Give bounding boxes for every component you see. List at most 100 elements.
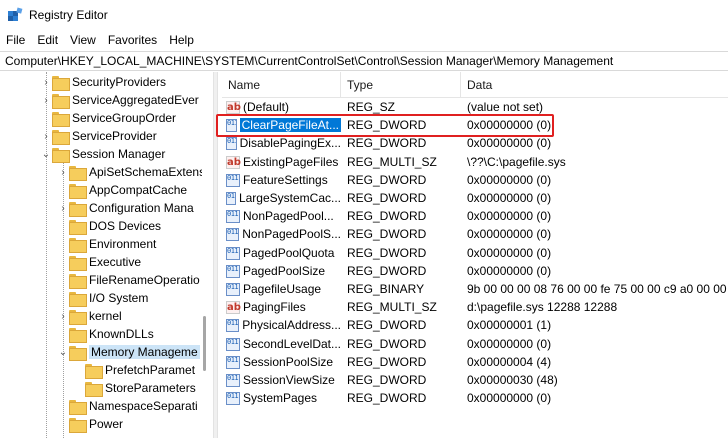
tree-item[interactable]: Environment	[57, 235, 156, 253]
tree-item-label: ServiceProvider	[72, 129, 157, 143]
tree-item[interactable]: KnownDLLs	[57, 325, 154, 343]
chevron-down-icon[interactable]: ⌄	[40, 145, 52, 163]
value-row[interactable]: ab ExistingPageFiles REG_MULTI_SZ \??\C:\pa…	[222, 153, 728, 171]
menu-edit[interactable]: Edit	[31, 30, 64, 50]
tree-item-label: kernel	[89, 309, 122, 323]
value-type: REG_DWORD	[347, 318, 427, 332]
tree-item[interactable]: NamespaceSeparati	[57, 397, 198, 415]
tree-scroll-thumb[interactable]	[203, 316, 206, 371]
value-name-cell: ab (Default)	[222, 100, 341, 114]
value-data: \??\C:\pagefile.sys	[467, 155, 566, 169]
chevron-right-icon[interactable]: ›	[57, 307, 69, 325]
value-name: DisablePagingEx...	[239, 136, 341, 150]
column-header-type[interactable]: Type	[341, 72, 461, 98]
string-value-icon: ab	[226, 300, 241, 314]
value-name-cell: ab PagingFiles	[222, 300, 341, 314]
folder-icon	[52, 147, 70, 163]
chevron-right-icon[interactable]: ›	[57, 199, 69, 217]
folder-icon	[69, 291, 87, 307]
tree-item[interactable]: Executive	[57, 253, 141, 271]
menu-view[interactable]: View	[64, 30, 102, 50]
value-name-cell: 011 110PhysicalAddress...	[222, 318, 341, 332]
value-row[interactable]: 011 110PagefileUsage REG_BINARY 9b 00 00 0…	[222, 280, 728, 298]
value-name: SessionPoolSize	[243, 355, 334, 369]
tree-item[interactable]: StoreParameters	[73, 379, 196, 397]
tree-item-label: ServiceGroupOrder	[72, 111, 177, 125]
tree-item[interactable]: › Configuration Mana	[57, 199, 194, 217]
tree-item[interactable]: ServiceGroupOrder	[40, 109, 176, 127]
value-row[interactable]: 011 110SystemPages REG_DWORD 0x00000000 (0…	[222, 389, 728, 407]
menu-help[interactable]: Help	[163, 30, 200, 50]
tree-scrollbar[interactable]	[202, 72, 213, 438]
value-type: REG_DWORD	[347, 355, 427, 369]
value-name: NonPagedPoolS...	[242, 227, 341, 241]
tree-item-label: ServiceAggregatedEver	[72, 93, 199, 107]
value-row[interactable]: 011 110NonPagedPoolS... REG_DWORD 0x000000…	[222, 225, 728, 243]
tree-item[interactable]: › SecurityProviders	[40, 73, 166, 91]
value-row[interactable]: 011 110SecondLevelDat... REG_DWORD 0x00000…	[222, 335, 728, 353]
binary-value-icon: 011 110	[226, 173, 240, 187]
value-row[interactable]: 011 110FeatureSettings REG_DWORD 0x0000000…	[222, 171, 728, 189]
chevron-down-icon[interactable]: ⌄	[57, 343, 69, 361]
chevron-right-icon[interactable]: ›	[40, 127, 52, 145]
address-bar[interactable]: Computer\HKEY_LOCAL_MACHINE\SYSTEM\Curre…	[0, 51, 728, 71]
tree-item[interactable]: › ServiceProvider	[40, 127, 157, 145]
menu-favorites[interactable]: Favorites	[102, 30, 163, 50]
value-data: 0x00000000 (0)	[467, 264, 552, 278]
value-row[interactable]: 011 110SessionPoolSize REG_DWORD 0x0000000…	[222, 353, 728, 371]
value-row[interactable]: 011 110LargeSystemCac... REG_DWORD 0x00000…	[222, 189, 728, 207]
tree-item[interactable]: › ApiSetSchemaExtens	[57, 163, 205, 181]
tree-item[interactable]: ⌄ Session Manager	[40, 145, 165, 163]
tree-item[interactable]: AppCompatCache	[57, 181, 187, 199]
value-row[interactable]: ab PagingFiles REG_MULTI_SZ d:\pagefile.sys…	[222, 298, 728, 316]
tree-item-label: SecurityProviders	[72, 75, 167, 89]
chevron-right-icon[interactable]: ›	[57, 163, 69, 181]
tree-item[interactable]: PrefetchParamet	[73, 361, 195, 379]
tree-item[interactable]: DOS Devices	[57, 217, 161, 235]
folder-icon	[69, 183, 87, 199]
value-row[interactable]: 011 110PagedPoolSize REG_DWORD 0x00000000 …	[222, 262, 728, 280]
value-name: PagingFiles	[243, 300, 306, 314]
value-row[interactable]: 011 110NonPagedPool... REG_DWORD 0x0000000…	[222, 207, 728, 225]
value-name-cell: 011 110NonPagedPool...	[222, 209, 341, 223]
tree-item[interactable]: FileRenameOperatio	[57, 271, 200, 289]
binary-value-icon: 011 110	[226, 264, 240, 278]
tree-item[interactable]: › kernel	[57, 307, 122, 325]
tree-item[interactable]: ⌄ Memory Manageme	[57, 343, 200, 361]
value-data: 0x00000000 (0)	[467, 246, 552, 260]
value-type: REG_MULTI_SZ	[347, 300, 437, 314]
tree-item[interactable]: I/O System	[57, 289, 148, 307]
column-header-name[interactable]: Name	[222, 72, 341, 98]
window-title: Registry Editor	[29, 8, 108, 22]
value-type: REG_DWORD	[347, 337, 427, 351]
folder-icon	[69, 165, 87, 181]
tree-item[interactable]: › ServiceAggregatedEver	[40, 91, 199, 109]
menu-file[interactable]: File	[0, 30, 31, 50]
binary-value-icon: 011 110	[226, 337, 240, 351]
value-row[interactable]: 011 110SessionViewSize REG_DWORD 0x0000003…	[222, 371, 728, 389]
tree-item-label: NamespaceSeparati	[89, 399, 198, 413]
chevron-right-icon[interactable]: ›	[40, 91, 52, 109]
value-name-cell: 011 110SystemPages	[222, 391, 341, 405]
value-data: d:\pagefile.sys 12288 12288	[467, 300, 618, 314]
value-data: 0x00000000 (0)	[467, 136, 552, 150]
value-row[interactable]: 011 110PagedPoolQuota REG_DWORD 0x00000000…	[222, 244, 728, 262]
value-type: REG_MULTI_SZ	[347, 155, 437, 169]
column-header-data[interactable]: Data	[461, 72, 728, 98]
value-data: 0x00000000 (0)	[467, 209, 552, 223]
tree-item-label: FileRenameOperatio	[89, 273, 200, 287]
value-row[interactable]: 011 110PhysicalAddress... REG_DWORD 0x0000…	[222, 316, 728, 334]
title-bar: Registry Editor	[0, 0, 728, 30]
folder-icon	[52, 111, 70, 127]
tree-item[interactable]: Power	[57, 415, 123, 433]
chevron-right-icon[interactable]: ›	[40, 73, 52, 91]
